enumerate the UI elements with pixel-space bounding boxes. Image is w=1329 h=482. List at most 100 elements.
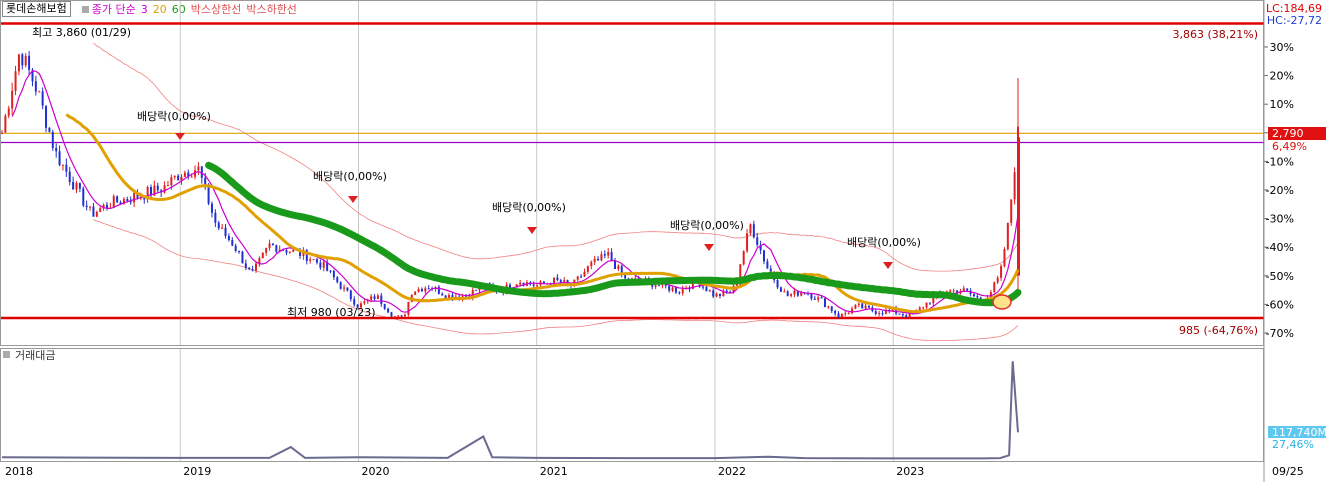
candle-body bbox=[227, 235, 230, 240]
candle-body bbox=[376, 295, 379, 300]
candle-body bbox=[383, 304, 386, 309]
highlight-circle bbox=[992, 294, 1012, 310]
candle-body bbox=[593, 258, 596, 263]
candle-body bbox=[390, 312, 393, 317]
x-tick-label: 2018 bbox=[5, 465, 33, 478]
candle-body bbox=[380, 295, 383, 305]
candle-body bbox=[65, 164, 68, 172]
candle-body bbox=[85, 205, 88, 208]
candle-body bbox=[718, 293, 721, 297]
candle-body bbox=[556, 277, 559, 281]
candle-body bbox=[238, 250, 241, 252]
candle-body bbox=[715, 293, 718, 297]
candle-body bbox=[1010, 199, 1013, 223]
candle-body bbox=[34, 81, 37, 92]
candle-body bbox=[309, 259, 312, 261]
candle-body bbox=[654, 285, 657, 287]
candle-body bbox=[275, 245, 278, 252]
candle-body bbox=[204, 177, 207, 185]
candle-body bbox=[922, 307, 925, 309]
candle-body bbox=[786, 291, 789, 296]
candle-body bbox=[810, 293, 813, 299]
x-tick-label: 2021 bbox=[540, 465, 568, 478]
candle-body bbox=[600, 254, 603, 261]
candle-body bbox=[99, 208, 102, 212]
candle-body bbox=[580, 276, 583, 278]
candle-body bbox=[224, 227, 227, 236]
candle-body bbox=[292, 249, 295, 252]
candle-body bbox=[55, 147, 58, 152]
dividend-arrow bbox=[883, 262, 893, 269]
candle-body bbox=[51, 131, 54, 148]
candle-body bbox=[72, 182, 75, 190]
candle-body bbox=[393, 316, 396, 318]
candle-body bbox=[105, 204, 108, 208]
candle-body bbox=[752, 224, 755, 238]
candle-body bbox=[312, 259, 315, 261]
candle-body bbox=[776, 280, 779, 288]
candle-body bbox=[248, 267, 251, 270]
candle-body bbox=[407, 301, 410, 315]
candle-body bbox=[95, 211, 98, 217]
candle-body bbox=[901, 314, 904, 316]
candle-body bbox=[966, 288, 969, 291]
candle-body bbox=[7, 108, 10, 116]
candle-body bbox=[17, 54, 20, 72]
candle-body bbox=[993, 282, 996, 293]
price-axis-label: -30% bbox=[1266, 213, 1294, 226]
candle-body bbox=[1000, 266, 1003, 278]
candle-body bbox=[827, 306, 830, 308]
candle-body bbox=[746, 233, 749, 252]
price-axis-label: -20% bbox=[1266, 184, 1294, 197]
candle-body bbox=[536, 285, 539, 287]
candle-body bbox=[475, 289, 478, 291]
candle-body bbox=[976, 296, 979, 298]
candle-body bbox=[681, 288, 684, 294]
candle-body bbox=[823, 298, 826, 307]
candle-body bbox=[210, 203, 213, 213]
price-axis-label: -50% bbox=[1266, 270, 1294, 283]
candle-body bbox=[783, 291, 786, 293]
candle-body bbox=[322, 261, 325, 268]
dividend-arrow bbox=[348, 196, 358, 203]
ma-3-line bbox=[11, 70, 1019, 315]
box-upper-value: 3,863 (38,21%) bbox=[1172, 28, 1258, 41]
candle-body bbox=[817, 297, 820, 300]
dividend-label-2019: 배당락(0,00%) bbox=[313, 170, 387, 183]
candle-body bbox=[332, 270, 335, 278]
candle-body bbox=[854, 304, 857, 309]
candle-body bbox=[4, 115, 7, 133]
candle-body bbox=[214, 212, 217, 223]
candle-body bbox=[1017, 137, 1020, 276]
candle-body bbox=[38, 91, 41, 93]
candle-body bbox=[265, 247, 268, 253]
candle-body bbox=[329, 270, 332, 272]
high-annotation: 최고 3,860 (01/29) bbox=[32, 26, 131, 39]
candle-body bbox=[319, 262, 322, 268]
candle-body bbox=[702, 286, 705, 288]
candle-body bbox=[793, 290, 796, 295]
candle-body bbox=[905, 315, 908, 318]
candle-body bbox=[197, 166, 200, 171]
candle-body bbox=[75, 182, 78, 190]
candle-body bbox=[867, 305, 870, 308]
candle-body bbox=[925, 302, 928, 308]
volume-panel-frame bbox=[0, 348, 1264, 462]
candle-body bbox=[874, 311, 877, 315]
candle-body bbox=[610, 252, 613, 261]
candle-body bbox=[288, 251, 291, 253]
candle-body bbox=[583, 271, 586, 277]
volume-current-pct: 27,46% bbox=[1272, 438, 1314, 451]
candle-body bbox=[271, 243, 274, 246]
candle-body bbox=[251, 269, 254, 271]
candle-body bbox=[749, 224, 752, 234]
candle-body bbox=[739, 264, 742, 279]
current-pct-text: 6,49% bbox=[1272, 140, 1307, 153]
candle-body bbox=[658, 285, 661, 287]
candle-body bbox=[813, 298, 816, 300]
candle-body bbox=[234, 245, 237, 251]
stock-chart[interactable]: 30%20%10%0%-10%-20%-30%-40%-50%-60%-70% … bbox=[0, 0, 1329, 482]
candle-body bbox=[21, 54, 24, 66]
candle-body bbox=[285, 250, 288, 253]
year-gridlines bbox=[179, 1, 894, 461]
